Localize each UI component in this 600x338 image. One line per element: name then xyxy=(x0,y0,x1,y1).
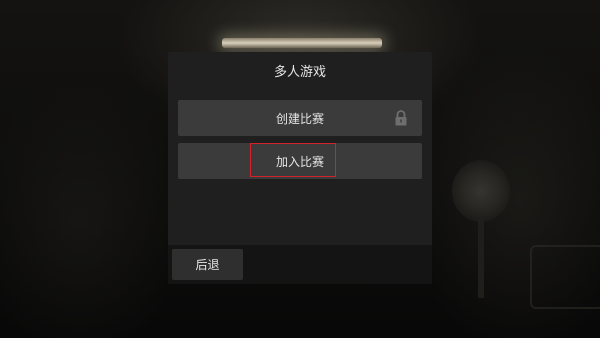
background-fan-stand xyxy=(478,218,484,298)
ceiling-lamp xyxy=(222,38,382,48)
back-button[interactable]: 后退 xyxy=(172,249,243,280)
back-label: 后退 xyxy=(195,258,220,272)
game-scene: 多人游戏 创建比赛 加入比赛 后退 xyxy=(0,0,600,338)
lock-icon xyxy=(392,109,410,127)
create-match-button[interactable]: 创建比赛 xyxy=(178,100,422,136)
background-chair xyxy=(530,245,600,309)
join-match-label: 加入比赛 xyxy=(275,154,324,169)
background-fan xyxy=(452,160,510,222)
create-match-label: 创建比赛 xyxy=(275,111,324,126)
menu-footer: 后退 xyxy=(168,245,432,284)
join-match-button[interactable]: 加入比赛 xyxy=(178,143,422,179)
multiplayer-menu-panel: 多人游戏 创建比赛 加入比赛 后退 xyxy=(168,52,432,284)
menu-title: 多人游戏 xyxy=(273,65,326,80)
